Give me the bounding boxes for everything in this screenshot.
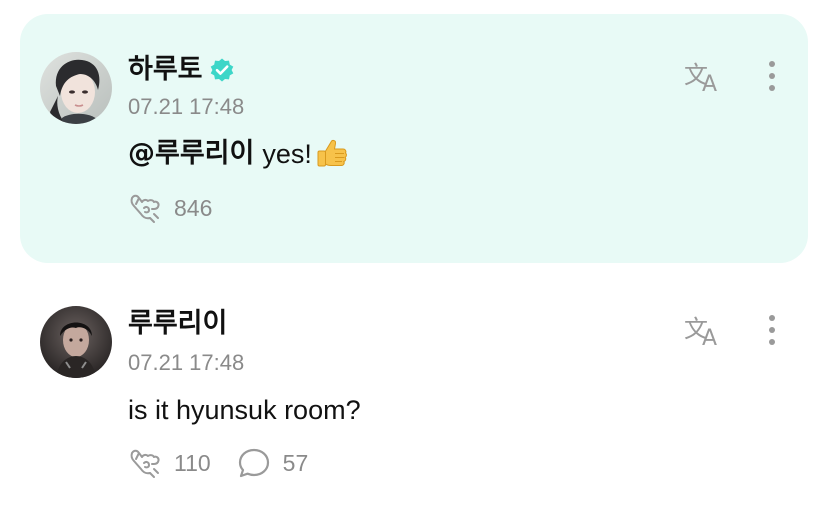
avatar[interactable] (40, 52, 112, 124)
comment-text: @루루리이 yes! (128, 136, 350, 172)
comment-thread: 하루토 07.21 17:48 @루루리이 yes! 846 文 A 루루리이 … (0, 0, 828, 513)
comment-card: 루루리이 07.21 17:48 is it hyunsuk room? 110 (20, 280, 808, 500)
thumbs-up-emoji-icon (314, 136, 350, 172)
like-button[interactable]: 846 (128, 192, 212, 224)
reply-count: 57 (282, 449, 309, 476)
translate-button[interactable]: 文 A (682, 310, 726, 351)
author-row: 하루토 (128, 54, 235, 86)
comment-card-highlighted: 하루토 07.21 17:48 @루루리이 yes! 846 文 A (20, 14, 808, 263)
comment-body: is it hyunsuk room? (128, 395, 361, 425)
comment-stats: 846 (128, 192, 238, 224)
like-count: 110 (174, 449, 211, 476)
avatar[interactable] (40, 306, 112, 378)
timestamp: 07.21 17:48 (128, 350, 245, 375)
comment-text: is it hyunsuk room? (128, 393, 361, 427)
svg-text:A: A (702, 326, 717, 350)
comment-body: yes! (262, 139, 312, 169)
svg-text:A: A (702, 72, 717, 96)
like-button[interactable]: 110 (128, 447, 211, 479)
comment-stats: 110 57 (128, 447, 334, 479)
author-name[interactable]: 하루토 (128, 54, 203, 86)
mention-link[interactable]: @루루리이 (128, 137, 254, 171)
translate-icon: 文 A (684, 61, 717, 97)
timestamp: 07.21 17:48 (128, 94, 245, 119)
translate-icon: 文 A (684, 315, 717, 351)
like-count: 846 (174, 194, 213, 221)
reply-button[interactable]: 57 (237, 447, 309, 479)
translate-button[interactable]: 文 A (682, 56, 726, 97)
like-hand-icon (128, 447, 162, 479)
verified-badge-icon (209, 57, 235, 83)
author-name[interactable]: 루루리이 (128, 308, 227, 340)
more-vertical-icon (769, 61, 775, 91)
more-vertical-icon (769, 315, 775, 345)
author-row: 루루리이 (128, 308, 227, 340)
like-hand-icon (128, 192, 162, 224)
more-options-button[interactable] (760, 310, 784, 350)
more-options-button[interactable] (760, 56, 784, 96)
speech-bubble-icon (237, 447, 271, 479)
